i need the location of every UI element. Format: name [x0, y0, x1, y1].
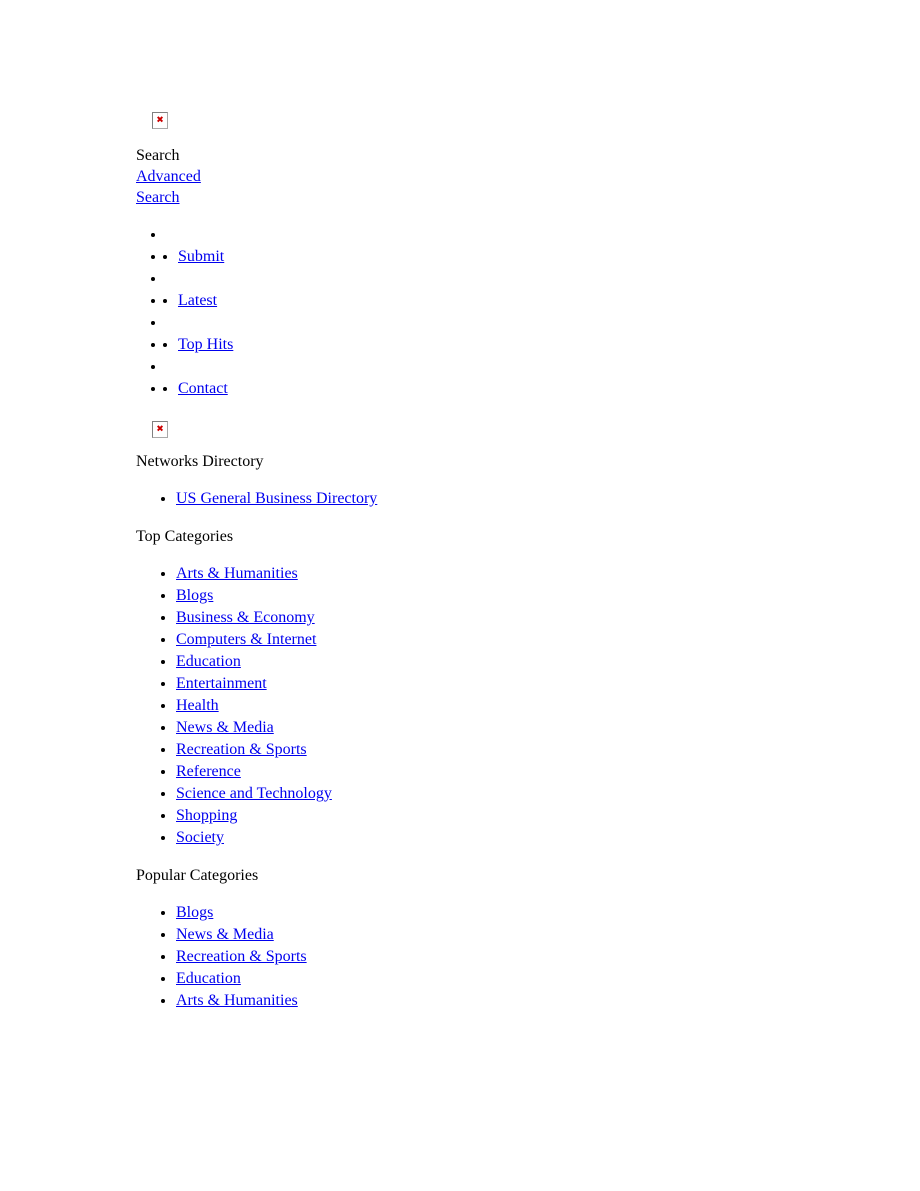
nav-item-latest[interactable]: Latest	[178, 290, 920, 312]
list-item[interactable]: Science and Technology	[176, 783, 920, 805]
nav-separator-item	[166, 268, 920, 290]
site-banner	[136, 421, 920, 440]
list-item[interactable]: Arts & Humanities	[176, 563, 920, 585]
list-item[interactable]: Health	[176, 695, 920, 717]
list-item[interactable]: News & Media	[176, 717, 920, 739]
nav-sublist: Submit	[166, 246, 920, 268]
list-item[interactable]: Arts & Humanities	[176, 990, 920, 1012]
nav-separator-item	[166, 224, 920, 246]
category-link-entertainment[interactable]: Entertainment	[176, 675, 267, 692]
featured-directory-list: US General Business Directory	[136, 488, 920, 510]
top-categories-list: Arts & Humanities Blogs Business & Econo…	[136, 563, 920, 849]
nav-sublist: Latest	[166, 290, 920, 312]
category-link-news-media[interactable]: News & Media	[176, 719, 274, 736]
list-item[interactable]: Education	[176, 968, 920, 990]
popular-categories-heading: Popular Categories	[136, 867, 259, 884]
nav-sublist: Top Hits	[166, 334, 920, 356]
list-item[interactable]: Blogs	[176, 902, 920, 924]
nav-sublist: Contact	[166, 378, 920, 400]
category-link-blogs[interactable]: Blogs	[176, 587, 213, 604]
nav-item-container: Top Hits	[166, 334, 920, 356]
popular-link-education[interactable]: Education	[176, 970, 241, 987]
list-item[interactable]: Recreation & Sports	[176, 739, 920, 761]
popular-link-recreation-sports[interactable]: Recreation & Sports	[176, 948, 307, 965]
list-item[interactable]: Education	[176, 651, 920, 673]
category-link-reference[interactable]: Reference	[176, 763, 241, 780]
nav-item-contact[interactable]: Contact	[178, 378, 920, 400]
category-link-health[interactable]: Health	[176, 697, 219, 714]
category-link-business-economy[interactable]: Business & Economy	[176, 609, 315, 626]
advanced-search-link[interactable]: Advanced Search	[136, 166, 214, 208]
nav-link-top-hits[interactable]: Top Hits	[178, 336, 233, 353]
list-item[interactable]: Blogs	[176, 585, 920, 607]
category-link-recreation-sports[interactable]: Recreation & Sports	[176, 741, 307, 758]
list-item[interactable]: News & Media	[176, 924, 920, 946]
category-link-education[interactable]: Education	[176, 653, 241, 670]
list-item[interactable]: Entertainment	[176, 673, 920, 695]
list-item[interactable]: Reference	[176, 761, 920, 783]
nav-link-latest[interactable]: Latest	[178, 292, 217, 309]
list-item[interactable]: Computers & Internet	[176, 629, 920, 651]
search-label: Search	[136, 147, 180, 164]
nav-item-container: Submit	[166, 246, 920, 268]
list-item[interactable]: Recreation & Sports	[176, 946, 920, 968]
advanced-search-line: Advanced Search	[136, 166, 920, 208]
category-link-arts-humanities[interactable]: Arts & Humanities	[176, 565, 298, 582]
category-link-society[interactable]: Society	[176, 829, 224, 846]
popular-categories-list: Blogs News & Media Recreation & Sports E…	[136, 902, 920, 1012]
category-link-science-and-technology[interactable]: Science and Technology	[176, 785, 332, 802]
list-item[interactable]: Society	[176, 827, 920, 849]
category-link-shopping[interactable]: Shopping	[176, 807, 237, 824]
nav-separator-item	[166, 312, 920, 334]
nav-separator-item	[166, 356, 920, 378]
broken-image-icon	[152, 112, 168, 129]
nav-item-container: Latest	[166, 290, 920, 312]
nav-link-submit[interactable]: Submit	[178, 248, 224, 265]
list-item[interactable]: Shopping	[176, 805, 920, 827]
top-categories-heading: Top Categories	[136, 528, 234, 545]
popular-link-news-media[interactable]: News & Media	[176, 926, 274, 943]
category-link-computers-internet[interactable]: Computers & Internet	[176, 631, 316, 648]
nav-item-container: Contact	[166, 378, 920, 400]
featured-link-us-general-business-directory[interactable]: US General Business Directory	[176, 490, 377, 507]
popular-link-arts-humanities[interactable]: Arts & Humanities	[176, 992, 298, 1009]
nav-link-contact[interactable]: Contact	[178, 380, 228, 397]
main-nav: Submit Latest Top Hits Con	[136, 224, 920, 400]
nav-item-submit[interactable]: Submit	[178, 246, 920, 268]
page-content: Search Advanced Search Submit Latest	[0, 0, 920, 1012]
site-name: Networks Directory	[136, 453, 264, 470]
popular-link-blogs[interactable]: Blogs	[176, 904, 213, 921]
list-item[interactable]: Business & Economy	[176, 607, 920, 629]
broken-image-icon	[152, 421, 168, 438]
nav-item-top-hits[interactable]: Top Hits	[178, 334, 920, 356]
list-item[interactable]: US General Business Directory	[176, 488, 920, 510]
header-logo	[136, 112, 920, 131]
